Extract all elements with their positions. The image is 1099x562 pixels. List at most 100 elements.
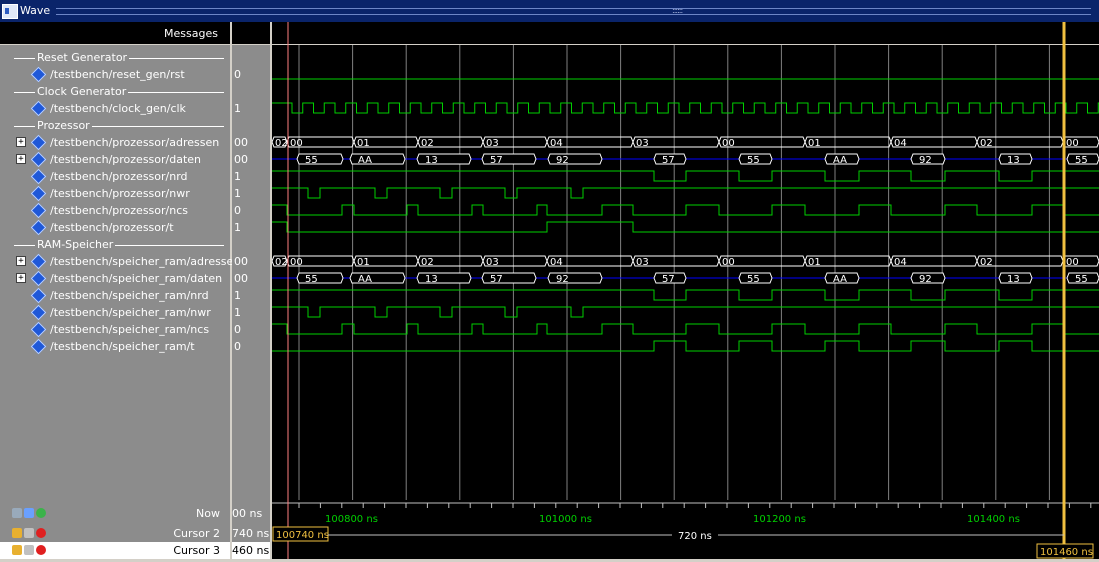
signal-value: 0 xyxy=(234,68,241,81)
signal-row[interactable]: + /testbench/speicher_ram/daten xyxy=(0,270,230,287)
cursor-2-time: 100740 ns xyxy=(276,530,329,541)
timeline-label: 101000 ns xyxy=(539,514,592,525)
signal-value-row[interactable]: 1 xyxy=(232,185,270,202)
signal-value-row[interactable]: 00 xyxy=(232,151,270,168)
prozessor-daten-wave-label: 57 xyxy=(662,155,675,166)
speicher-ncs-wave xyxy=(272,323,1099,335)
signal-diamond-icon xyxy=(30,287,47,304)
signal-row[interactable]: + /testbench/speicher_ram/adressen xyxy=(0,253,240,270)
signal-group-row[interactable]: Clock Generator xyxy=(0,83,230,100)
signal-value-row[interactable]: 1 xyxy=(232,168,270,185)
signal-diamond-icon xyxy=(30,270,47,287)
expand-icon[interactable]: + xyxy=(16,273,26,283)
prozessor-daten-wave-label: 55 xyxy=(747,155,760,166)
signal-names-pane[interactable]: Messages Reset Generator/testbench/reset… xyxy=(0,22,240,500)
signal-value-row[interactable]: 1 xyxy=(232,304,270,321)
speicher-daten-wave-label: 92 xyxy=(919,274,932,285)
signal-row[interactable]: /testbench/speicher_ram/nwr xyxy=(0,304,230,321)
signal-group-row[interactable]: RAM-Speicher xyxy=(0,236,230,253)
messages-header: Messages xyxy=(0,22,230,45)
signal-group-row[interactable]: Prozessor xyxy=(0,117,230,134)
speicher-daten-wave-label: 92 xyxy=(556,274,569,285)
signal-diamond-icon xyxy=(30,202,47,219)
signal-value-row[interactable]: 0 xyxy=(232,338,270,355)
signal-name: /testbench/speicher_ram/daten xyxy=(50,272,223,285)
signal-diamond-icon xyxy=(30,304,47,321)
signal-value-row[interactable]: 1 xyxy=(232,287,270,304)
timeline-label: 101200 ns xyxy=(753,514,806,525)
expand-icon[interactable]: + xyxy=(16,256,26,266)
window-titlebar[interactable]: Wave :::::: xyxy=(0,0,1099,22)
signal-diamond-icon xyxy=(30,219,47,236)
prozessor-daten-wave xyxy=(296,153,344,165)
signal-row[interactable]: /testbench/speicher_ram/nrd xyxy=(0,287,230,304)
speicher-daten-wave-label: 57 xyxy=(490,274,503,285)
signal-value: 1 xyxy=(234,221,241,234)
signal-name: /testbench/prozessor/nwr xyxy=(50,187,190,200)
wave-settings-icon[interactable] xyxy=(12,508,22,518)
signal-row[interactable]: + /testbench/prozessor/daten xyxy=(0,151,230,168)
signal-value-row[interactable]: 1 xyxy=(232,100,270,117)
speicher-daten-wave-label: 55 xyxy=(305,274,318,285)
signal-value: 00 xyxy=(234,136,248,149)
speicher-daten-wave-label: 13 xyxy=(425,274,438,285)
wrench-icon[interactable] xyxy=(24,545,34,555)
window-title: Wave xyxy=(20,4,51,17)
timeline-canvas[interactable]: 100800 ns 101000 ns 101200 ns 101400 ns 1007… xyxy=(272,500,1099,559)
signal-value: 0 xyxy=(234,323,241,336)
remove-cursor-icon[interactable] xyxy=(36,545,46,555)
remove-cursor-icon[interactable] xyxy=(36,528,46,538)
signal-name: /testbench/prozessor/adressen xyxy=(50,136,220,149)
cursor2-row[interactable]: Cursor 2 xyxy=(0,525,230,542)
prozessor-adressen-wave xyxy=(272,136,1099,148)
signal-values-pane[interactable]: 0 1 00 00 1 1 0 1 00 00 1 1 0 0 xyxy=(232,22,272,500)
signal-diamond-icon xyxy=(30,253,47,270)
timeline-label: 100800 ns xyxy=(325,514,378,525)
signal-value-row[interactable]: 0 xyxy=(232,66,270,83)
cursor3-row[interactable]: Cursor 3 xyxy=(0,542,230,559)
now-row: Now xyxy=(0,505,230,522)
signal-row[interactable]: /testbench/clock_gen/clk xyxy=(0,100,230,117)
signal-name: /testbench/speicher_ram/nrd xyxy=(50,289,209,302)
signal-name: /testbench/prozessor/daten xyxy=(50,153,202,166)
signal-group-label: Prozessor xyxy=(35,119,92,132)
signal-value-row[interactable]: 0 xyxy=(232,321,270,338)
zoom-icon[interactable] xyxy=(24,508,34,518)
signal-group-label: RAM-Speicher xyxy=(35,238,116,251)
signal-row[interactable]: /testbench/prozessor/t xyxy=(0,219,230,236)
signal-group-row[interactable]: Reset Generator xyxy=(0,49,230,66)
speicher-daten-wave-label: 13 xyxy=(1007,274,1020,285)
titlebar-grip-icon[interactable]: :::::: xyxy=(672,6,683,15)
signal-value-row[interactable]: 1 xyxy=(232,219,270,236)
wrench-icon[interactable] xyxy=(24,528,34,538)
signal-row[interactable]: + /testbench/prozessor/adressen xyxy=(0,134,230,151)
signal-row[interactable]: /testbench/prozessor/nrd xyxy=(0,168,230,185)
signal-value-row[interactable]: 00 xyxy=(232,253,270,270)
signal-value: 1 xyxy=(234,170,241,183)
waveform-pane[interactable]: 02 00 01 02 03 04 03 00 01 04 02 00 02 00 01 02 03 04 03 00… xyxy=(272,22,1099,500)
lock-icon[interactable] xyxy=(12,528,22,538)
lock-icon[interactable] xyxy=(12,545,22,555)
timeline-pane[interactable]: 100800 ns 101000 ns 101200 ns 101400 ns 1007… xyxy=(272,500,1099,559)
prozessor-t-wave xyxy=(272,221,1099,233)
signal-value-row[interactable]: 0 xyxy=(232,202,270,219)
signal-value: 0 xyxy=(234,340,241,353)
wave-window-icon xyxy=(2,4,18,19)
waveform-canvas[interactable]: 02 00 01 02 03 04 03 00 01 04 02 0002 00 01 02 03 04 03 00… xyxy=(272,22,1099,500)
timeline-label: 101400 ns xyxy=(967,514,1020,525)
prozessor-ncs-wave xyxy=(272,204,1099,216)
signal-row[interactable]: /testbench/speicher_ram/t xyxy=(0,338,230,355)
signal-row[interactable]: /testbench/prozessor/nwr xyxy=(0,185,230,202)
signal-row[interactable]: /testbench/speicher_ram/ncs xyxy=(0,321,230,338)
clk-wave xyxy=(272,102,1099,114)
signal-value-row[interactable]: 00 xyxy=(232,134,270,151)
signal-row[interactable]: /testbench/prozessor/ncs xyxy=(0,202,230,219)
signal-group-label: Reset Generator xyxy=(35,51,130,64)
signal-row[interactable]: /testbench/reset_gen/rst xyxy=(0,66,230,83)
prozessor-nrd-wave xyxy=(272,170,1099,182)
signal-value-row[interactable]: 00 xyxy=(232,270,270,287)
expand-icon[interactable]: + xyxy=(16,137,26,147)
values-header xyxy=(232,22,270,45)
expand-icon[interactable]: + xyxy=(16,154,26,164)
add-cursor-icon[interactable] xyxy=(36,508,46,518)
